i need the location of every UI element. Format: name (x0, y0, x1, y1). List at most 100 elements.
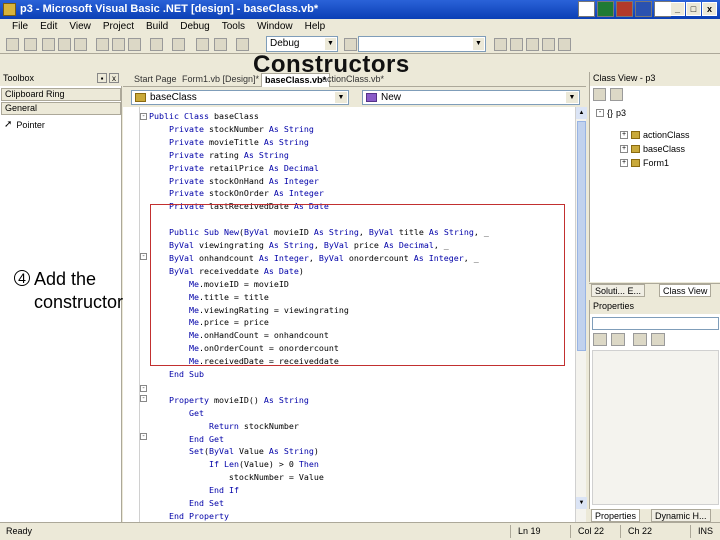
status-ch: Ch 22 (628, 526, 653, 536)
tree-node-label: actionClass (643, 130, 690, 140)
tab-form1-design[interactable]: Form1.vb [Design]* (179, 73, 262, 87)
collapse-icon[interactable]: - (596, 109, 604, 117)
menu-file[interactable]: File (6, 19, 34, 35)
class-name-dropdown[interactable]: baseClass ▼ (131, 90, 349, 105)
toolbox-icon[interactable] (526, 38, 539, 51)
new-folder-icon[interactable] (610, 88, 623, 101)
status-separator (690, 525, 691, 538)
code-line: Private retailPrice As Decimal (168, 162, 319, 173)
collapse-icon[interactable]: - (140, 385, 147, 392)
property-grid[interactable] (592, 350, 719, 505)
menu-edit[interactable]: Edit (34, 19, 63, 35)
toolbox-header: Toolbox ▪ x (0, 72, 122, 86)
paste-icon[interactable] (128, 38, 141, 51)
object-selector[interactable] (592, 317, 719, 330)
properties-icon[interactable] (510, 38, 523, 51)
solution-explorer-icon[interactable] (494, 38, 507, 51)
solution-config-dropdown[interactable]: Debug ▼ (266, 36, 338, 52)
close-icon[interactable]: x (109, 73, 119, 83)
class-icon (631, 159, 640, 167)
more-icon[interactable] (558, 38, 571, 51)
annotation-line-2: constructors (34, 292, 133, 312)
properties-view-icon[interactable] (633, 333, 647, 346)
tab-dynamic-help[interactable]: Dynamic H... (651, 509, 711, 522)
new-project-icon[interactable] (6, 38, 19, 51)
tree-node-baseclass[interactable]: + baseClass (620, 144, 685, 154)
scroll-down-icon[interactable]: ▼ (576, 497, 587, 509)
navigate-forward-icon[interactable] (214, 38, 227, 51)
pin-icon[interactable]: ▪ (97, 73, 107, 83)
tab-properties[interactable]: Properties (591, 509, 641, 522)
collapse-icon[interactable]: - (140, 113, 147, 120)
save-all-icon[interactable] (74, 38, 87, 51)
expand-icon[interactable]: + (620, 131, 628, 139)
undo-icon[interactable] (150, 38, 163, 51)
cut-icon[interactable] (96, 38, 109, 51)
property-pages-icon[interactable] (651, 333, 665, 346)
find-in-files-icon[interactable] (344, 38, 357, 51)
menu-build[interactable]: Build (140, 19, 174, 35)
status-line: Ln 19 (518, 526, 541, 536)
close-button[interactable]: x (702, 2, 717, 16)
app-icon (3, 3, 16, 16)
tree-node-p3[interactable]: - {} p3 (596, 108, 626, 118)
properties-panel: Properties (589, 300, 720, 510)
menu-tools[interactable]: Tools (216, 19, 251, 35)
status-separator (570, 525, 571, 538)
code-line: Private rating As String (168, 149, 289, 160)
code-line: Public Class baseClass (149, 111, 259, 121)
menu-project[interactable]: Project (97, 19, 140, 35)
tray-icon-4[interactable] (635, 1, 652, 17)
tray-icon-3[interactable] (616, 1, 633, 17)
menu-view[interactable]: View (63, 19, 97, 35)
code-line: If Len(Value) > 0 Then (208, 459, 319, 470)
tab-solution-explorer[interactable]: Soluti... E... (591, 284, 646, 297)
editor-vertical-scrollbar[interactable]: ▲ ▼ (575, 107, 587, 522)
collapse-icon[interactable]: - (140, 433, 147, 440)
minimize-button[interactable]: _ (670, 2, 685, 16)
tree-node-actionclass[interactable]: + actionClass (620, 130, 690, 140)
navigate-back-icon[interactable] (196, 38, 209, 51)
expand-icon[interactable]: + (620, 145, 628, 153)
menu-window[interactable]: Window (251, 19, 299, 35)
tree-node-form1[interactable]: + Form1 (620, 158, 669, 168)
copy-icon[interactable] (112, 38, 125, 51)
editor-gutter (139, 107, 140, 522)
menu-help[interactable]: Help (299, 19, 332, 35)
toolbox-section-clipboard[interactable]: Clipboard Ring (1, 88, 121, 101)
tab-start-page[interactable]: Start Page (131, 73, 180, 87)
tab-actionclass[interactable]: actionClass.vb* (319, 73, 387, 87)
save-icon[interactable] (58, 38, 71, 51)
scroll-up-icon[interactable]: ▲ (576, 107, 587, 119)
class-view-header: Class View - p3 (590, 72, 720, 86)
taskbar-tray (578, 1, 671, 17)
open-icon[interactable] (42, 38, 55, 51)
add-item-icon[interactable] (24, 38, 37, 51)
tray-icon-5[interactable] (654, 1, 671, 17)
right-pane-tabs-bottom: Properties Dynamic H... (589, 509, 720, 522)
collapse-icon[interactable]: - (140, 253, 147, 260)
expand-icon[interactable]: + (620, 159, 628, 167)
start-icon[interactable] (236, 38, 249, 51)
method-name-dropdown[interactable]: New ▼ (362, 90, 580, 105)
alphabetical-icon[interactable] (611, 333, 625, 346)
scrollbar-thumb[interactable] (577, 121, 586, 351)
find-combo[interactable]: ▼ (358, 36, 486, 52)
tray-icon-1[interactable] (578, 1, 595, 17)
step-annotation: 4 Add the constructors (14, 268, 132, 314)
collapse-icon[interactable]: - (140, 395, 147, 402)
toolbox-item-pointer[interactable]: ➚ Pointer (4, 119, 45, 130)
code-line: End Get (188, 433, 224, 444)
tab-class-view[interactable]: Class View (659, 284, 712, 297)
redo-icon[interactable] (172, 38, 185, 51)
maximize-button[interactable]: □ (686, 2, 701, 16)
sort-icon[interactable] (593, 88, 606, 101)
step-number: 4 (14, 270, 30, 286)
class-view-icon[interactable] (542, 38, 555, 51)
categorized-icon[interactable] (593, 333, 607, 346)
tray-icon-2[interactable] (597, 1, 614, 17)
chevron-down-icon: ▼ (566, 92, 578, 103)
menu-debug[interactable]: Debug (174, 19, 215, 35)
toolbox-section-general[interactable]: General (1, 102, 121, 115)
code-line: Private stockOnHand As Integer (168, 175, 319, 186)
